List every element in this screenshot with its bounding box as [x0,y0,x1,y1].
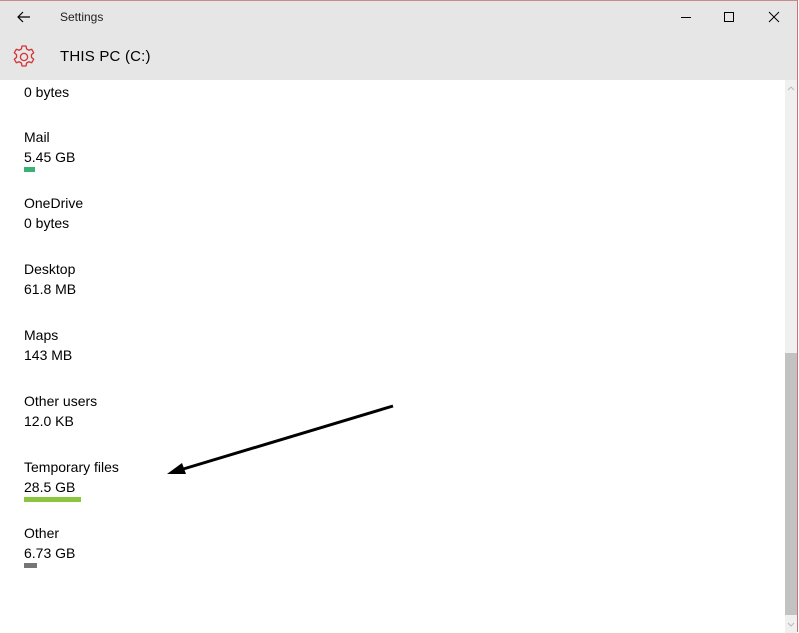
page-header: THIS PC (C:) [0,33,797,80]
title-bar: Settings [0,1,797,33]
item-size: 5.45 GB [24,149,76,165]
back-arrow-icon [17,11,30,23]
scroll-up-button[interactable] [785,82,797,94]
item-name: Desktop [24,261,76,277]
page-title: THIS PC (C:) [60,48,151,65]
usage-bar [24,563,37,568]
list-item[interactable]: OneDrive 0 bytes [24,193,83,233]
item-size: 28.5 GB [24,479,76,495]
item-name: OneDrive [24,195,84,211]
list-item[interactable]: Other users 12.0 KB [24,391,97,431]
maximize-button[interactable] [706,1,751,33]
list-item[interactable]: Maps 143 MB [24,325,72,365]
chevron-up-icon [787,86,795,91]
minimize-icon [680,17,691,18]
storage-list: 0 bytes Mail 5.45 GB OneDrive 0 bytes De… [0,80,785,633]
usage-bar [24,497,81,502]
list-item[interactable]: Mail 5.45 GB [24,127,75,172]
list-item[interactable]: Desktop 61.8 MB [24,259,76,299]
item-name: Other [24,525,60,541]
list-item[interactable]: 0 bytes [24,82,69,102]
scroll-down-button[interactable] [785,619,797,631]
item-name: Maps [24,327,59,343]
back-button[interactable] [8,1,40,33]
item-size: 6.73 GB [24,545,76,561]
item-size: 61.8 MB [24,281,77,297]
gear-icon [13,45,35,67]
item-size: 12.0 KB [24,413,74,429]
list-item[interactable]: Other 6.73 GB [24,523,75,568]
close-icon [768,11,779,23]
item-name: Other users [24,393,98,409]
item-name: Mail [24,129,50,145]
chevron-down-icon [787,622,795,627]
item-size: 143 MB [24,347,73,363]
minimize-button[interactable] [663,1,708,33]
vertical-scrollbar[interactable] [785,80,797,633]
list-item-temporary-files[interactable]: Temporary files 28.5 GB [24,457,119,502]
close-button[interactable] [751,1,796,33]
item-size: 0 bytes [24,215,70,231]
usage-bar [24,167,35,172]
maximize-icon [723,12,734,22]
window-title: Settings [60,10,104,24]
item-name: Temporary files [24,459,119,475]
settings-window: Settings THIS PC (C:) 0 bytes Mail 5.45 … [0,0,798,633]
scroll-thumb[interactable] [785,353,797,615]
item-size: 0 bytes [24,84,70,100]
